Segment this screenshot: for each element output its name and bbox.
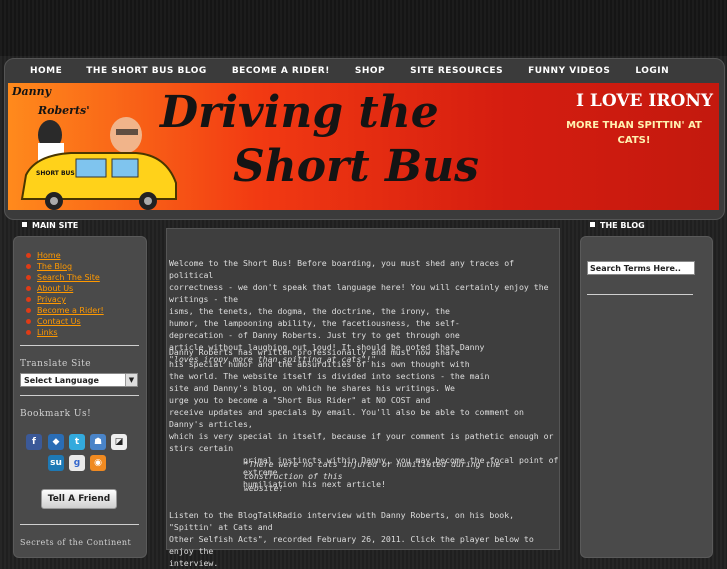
site-title-line2: Short Bus (233, 141, 479, 192)
menu-label: Home (37, 251, 61, 260)
site-banner[interactable]: Danny Roberts' SHORT BUS Driving the Sho… (8, 83, 719, 210)
menu-label: Privacy (37, 295, 66, 304)
menu-label: Become a Rider! (37, 306, 104, 315)
myspace-icon[interactable]: ☗ (90, 434, 106, 450)
google-icon[interactable]: g (69, 455, 85, 471)
dropdown-arrow-icon: ▼ (125, 374, 137, 386)
text-line: the world. The website itself is divided… (169, 371, 490, 381)
menu-label: Search The Site (37, 273, 100, 282)
nav-home[interactable]: HOME (30, 62, 62, 82)
facebook-icon[interactable]: f (26, 434, 42, 450)
delicious-squares-icon[interactable]: ◪ (111, 434, 127, 450)
bullet-icon (26, 308, 31, 313)
nav-blog[interactable]: THE SHORT BUS BLOG (86, 62, 207, 82)
text-line: his special humor and the absurdities of… (169, 359, 470, 369)
main-nav: HOME THE SHORT BUS BLOG BECOME A RIDER! … (14, 62, 669, 82)
right-sidebar (580, 236, 713, 558)
main-content: Welcome to the Short Bus! Before boardin… (166, 228, 560, 568)
menu-home[interactable]: Home (24, 250, 104, 261)
language-select-value: Select Language (24, 376, 99, 385)
menu-label: The Blog (37, 262, 73, 271)
text-line: urge you to become a "Short Bus Rider" a… (169, 395, 431, 405)
text-line: site and Danny's blog, on which he share… (169, 383, 455, 393)
text-line: *There were no cats injured or humiliate… (244, 459, 501, 481)
twitter-icon[interactable]: t (69, 434, 85, 450)
square-bullet-icon (590, 222, 595, 227)
main-site-menu: Home The Blog Search The Site About Us P… (24, 250, 104, 338)
bullet-icon (26, 264, 31, 269)
bullet-icon (26, 330, 31, 335)
text-line: deprecation - of Danny Roberts. Just try… (169, 330, 460, 340)
bus-mascot-icon: SHORT BUS (20, 117, 177, 210)
menu-blog[interactable]: The Blog (24, 261, 104, 272)
disclaimer-note: *There were no cats injured or humiliate… (244, 458, 559, 494)
text-line: correctness - we don't speak that langua… (169, 282, 549, 304)
bullet-icon (26, 253, 31, 258)
site-title-line1: Driving the (160, 87, 439, 138)
square-bullet-icon (22, 222, 27, 227)
menu-search[interactable]: Search The Site (24, 272, 104, 283)
nav-become-rider[interactable]: BECOME A RIDER! (232, 62, 330, 82)
nav-funny-videos[interactable]: FUNNY VIDEOS (528, 62, 610, 82)
menu-become-rider[interactable]: Become a Rider! (24, 305, 104, 316)
divider (20, 524, 139, 525)
nav-login[interactable]: LOGIN (635, 62, 669, 82)
menu-privacy[interactable]: Privacy (24, 294, 104, 305)
divider (587, 294, 693, 295)
bullet-icon (26, 319, 31, 324)
bullet-icon (26, 286, 31, 291)
text-line: website! (244, 483, 284, 493)
blog-heading-text: THE BLOG (600, 221, 645, 230)
text-line: isms, the tenets, the dogma, the doctrin… (169, 306, 450, 316)
language-select[interactable]: Select Language ▼ (20, 373, 138, 387)
menu-contact[interactable]: Contact Us (24, 316, 104, 327)
text-line: Danny Roberts has written professionally… (169, 347, 460, 357)
text-line: humor, the lampooning ability, the facet… (169, 318, 460, 328)
main-site-heading-text: MAIN SITE (32, 221, 79, 230)
interview-paragraph: Listen to the BlogTalkRadio interview wi… (169, 509, 559, 569)
menu-links[interactable]: Links (24, 327, 104, 338)
text-line: Listen to the BlogTalkRadio interview wi… (169, 510, 515, 532)
bookmark-label: Bookmark Us! (20, 409, 92, 419)
nav-site-resources[interactable]: SITE RESOURCES (410, 62, 503, 82)
sidebar-bottom-text: Secrets of the Continent (20, 538, 132, 547)
text-line: receive updates and specials by email. Y… (169, 407, 524, 429)
text-line: Other Selfish Acts", recorded February 2… (169, 534, 534, 556)
bullet-icon (26, 297, 31, 302)
main-site-heading: MAIN SITE (22, 221, 78, 230)
tell-a-friend-button[interactable]: Tell A Friend (41, 489, 117, 509)
stumbleupon-icon[interactable]: su (48, 455, 64, 471)
menu-label: Links (37, 328, 58, 337)
menu-label: About Us (37, 284, 74, 293)
divider (20, 395, 139, 396)
nav-shop[interactable]: SHOP (355, 62, 385, 82)
top-strip (0, 0, 727, 56)
blog-search-input[interactable]: Search Terms Here.. (587, 261, 695, 275)
translate-label: Translate Site (20, 359, 92, 369)
author-name-line1: Danny (12, 85, 52, 98)
delicious-icon[interactable]: ◆ (48, 434, 64, 450)
text-line: Welcome to the Short Bus! Before boardin… (169, 258, 515, 280)
bus-label: SHORT BUS (36, 170, 75, 177)
text-line: which is very special in itself, because… (169, 431, 554, 453)
text-line: interview. (169, 558, 219, 568)
blog-heading: THE BLOG (590, 221, 645, 230)
rss-icon[interactable]: ◉ (90, 455, 106, 471)
menu-about[interactable]: About Us (24, 283, 104, 294)
slogan-title: I LOVE IRONY (576, 91, 713, 111)
slogan-subtitle: MORE THAN SPITTIN' AT CATS! (566, 120, 702, 146)
bullet-icon (26, 275, 31, 280)
divider (20, 345, 139, 346)
menu-label: Contact Us (37, 317, 81, 326)
